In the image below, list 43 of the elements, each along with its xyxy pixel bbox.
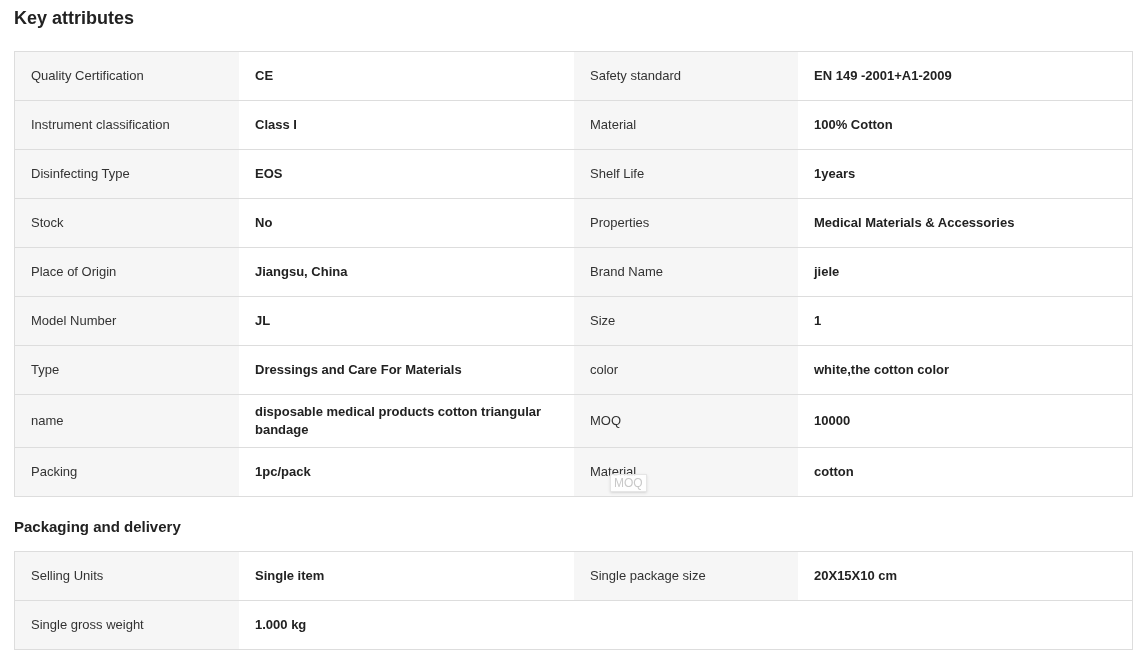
attribute-label: Place of Origin: [31, 263, 117, 282]
attribute-value: EN 149 -2001+A1-2009: [814, 67, 952, 85]
attribute-label: Disinfecting Type: [31, 165, 130, 184]
attribute-label: Size: [590, 312, 616, 331]
attribute-value: 100% Cotton: [814, 116, 893, 134]
attribute-label: Quality Certification: [31, 67, 144, 86]
attribute-value: 1.000 kg: [255, 616, 307, 634]
attribute-value: 10000: [814, 412, 851, 430]
attribute-value: Single item: [255, 567, 325, 585]
attribute-label: Single package size: [590, 567, 706, 586]
attribute-value: cotton: [814, 463, 854, 481]
attribute-value: Class I: [255, 116, 297, 134]
attribute-value: 20X15X10 cm: [814, 567, 898, 585]
attribute-value: Dressings and Care For Materials: [255, 361, 462, 379]
attribute-value: disposable medical products cotton triangular bandage: [255, 403, 543, 439]
attribute-value: CE: [255, 67, 274, 85]
attribute-value: Medical Materials & Accessories: [814, 214, 1015, 232]
attribute-value: white,the cotton color: [814, 361, 950, 379]
attribute-label: Brand Name: [590, 263, 663, 282]
attribute-label: Stock: [31, 214, 64, 233]
section-heading: Packaging and delivery: [14, 517, 182, 537]
attribute-label: Material: [590, 116, 637, 135]
attribute-value: EOS: [255, 165, 283, 183]
attribute-value: 1years: [814, 165, 856, 183]
attribute-value: jiele: [814, 263, 840, 281]
attribute-value: 1: [814, 312, 822, 330]
attribute-label: Type: [31, 361, 60, 380]
attribute-value: JL: [255, 312, 271, 330]
attribute-label: Properties: [590, 214, 650, 233]
attribute-label: name: [31, 412, 64, 431]
attribute-label: Shelf Life: [590, 165, 645, 184]
attribute-label: Single gross weight: [31, 616, 144, 635]
attribute-value: No: [255, 214, 273, 232]
attribute-label: color: [590, 361, 619, 380]
attribute-value: Jiangsu, China: [255, 263, 348, 281]
attribute-label: Instrument classification: [31, 116, 170, 135]
attribute-value: 1pc/pack: [255, 463, 311, 481]
attribute-label: Selling Units: [31, 567, 104, 586]
section-heading: Key attributes: [14, 7, 136, 30]
attribute-label: Safety standard: [590, 67, 682, 86]
attribute-label: Packing: [31, 463, 78, 482]
attribute-label: Model Number: [31, 312, 117, 331]
attribute-label: MOQ: [590, 412, 622, 431]
